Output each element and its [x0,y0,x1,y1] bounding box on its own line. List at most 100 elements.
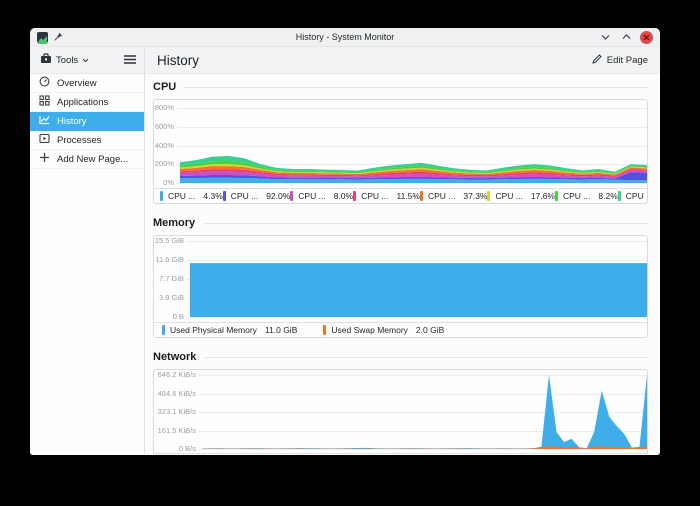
y-axis-label: 0 B/s [154,445,196,453]
sidebar-item-add-new-page[interactable]: Add New Page... [30,150,144,169]
legend-label: CPU ... [428,191,455,201]
legend-label: CPU ... [626,191,648,201]
legend-item: CPU ... 4.3% [160,191,223,201]
tools-label: Tools [56,55,78,66]
section-title: Memory [153,217,195,229]
legend-marker [555,191,558,201]
sidebar-item-history[interactable]: History [30,112,144,131]
legend-label: Used Physical Memory [170,325,257,335]
edit-page-button[interactable]: Edit Page [592,54,648,67]
section-cpu: CPU 800% 600% 400% 200% 0% CPU ... 4.3% CPU ... 9… [153,80,648,204]
legend-value: 8.0% [334,191,353,201]
y-axis-label: 0 B [154,313,184,321]
y-axis-label: 200% [154,160,174,168]
legend-value: 4.3% [203,191,222,201]
legend-value: 17.6% [531,191,555,201]
legend-marker [160,191,163,201]
legend-label: CPU ... [298,191,325,201]
y-axis-label: 0% [154,179,174,187]
maximize-button[interactable] [619,30,633,44]
sidebar-item-label: Processes [57,135,101,146]
cpu-chart-card: 800% 600% 400% 200% 0% CPU ... 4.3% CPU ... 92.0… [153,99,648,204]
legend-value: 92.0% [266,191,290,201]
sidebar-item-label: Add New Page... [57,154,128,165]
legend-value: 11.0 GiB [265,325,297,335]
gridline [187,317,647,318]
gridline [199,449,647,450]
section-title: Network [153,351,196,363]
y-axis-label: 3.9 GiB [154,294,184,302]
legend-marker [353,191,356,201]
sidebar-item-label: Overview [57,78,97,89]
cpu-legend: CPU ...4.3%CPU ...92.0%CPU ...8.0%CPU ..… [154,188,647,203]
sidebar-item-overview[interactable]: Overview [30,74,144,93]
gauge-icon [39,76,50,90]
legend-value: 11.5% [396,191,419,201]
y-axis-label: 484.6 KiB/s [154,390,196,398]
legend-item: CPU ...37.3% [420,191,488,201]
plus-icon [39,152,50,166]
sidebar-item-label: Applications [57,97,108,108]
y-axis-label: 323.1 KiB/s [154,408,196,416]
memory-chart-card: 15.5 GiB11.6 GiB7.7 GiB3.9 GiB0 BUsed Ph… [153,235,648,338]
legend-marker [223,191,226,201]
legend-label: CPU ... [231,191,258,201]
legend-label: CPU ... [563,191,590,201]
legend-marker [290,191,293,201]
content-area: CPU 800% 600% 400% 200% 0% CPU ... 4.3% CPU ... 9… [145,74,660,454]
section-network: Network 646.2 KiB/s 484.6 KiB/s 323.1 KiB/s… [153,350,648,454]
legend-value: 2.0 GiB [416,325,444,335]
window-title: History - System Monitor [30,32,660,42]
legend-item: Used Physical Memory 11.0 GiB [162,325,297,335]
legend-item: CPU ... 92.0% [223,191,291,201]
section-divider [203,223,648,224]
legend-item: CPU ...11.8% [618,191,648,201]
minimize-button[interactable] [598,30,612,44]
legend-label: CPU ... [361,191,388,201]
legend-item: CPU ... 8.0% [290,191,353,201]
grid-icon [39,95,50,109]
close-button[interactable] [640,31,653,44]
legend-marker [420,191,423,201]
memory-legend: Used Physical Memory 11.0 GiB Used Swap Me… [154,322,647,337]
process-icon [39,133,50,147]
legend-marker [162,325,165,335]
network-chart-card: 646.2 KiB/s 484.6 KiB/s 323.1 KiB/s 161.5 K… [153,369,648,454]
titlebar[interactable]: History - System Monitor [30,28,660,47]
y-axis-label: 600% [154,123,174,131]
legend-marker [323,325,326,335]
y-axis-label: 7.7 GiB [154,275,184,283]
y-axis-label: 161.5 KiB/s [154,427,196,435]
network-legend: Downloa...646.2 KiB/sUpload...25.5 KiB/s [154,453,647,454]
toolbox-icon [40,53,52,67]
chart-line-icon [39,114,50,128]
y-axis-label: 11.6 GiB [154,256,184,264]
page-title: History [157,53,199,68]
y-axis-label: 800% [154,104,174,112]
legend-label: CPU ... [168,191,195,201]
y-axis-label: 15.5 GiB [154,237,184,245]
section-title: CPU [153,81,176,93]
app-window: History - System Monitor Tools [30,28,660,455]
sidebar: Overview Applications History Processes Add … [30,74,145,454]
legend-item: CPU ...17.6% [487,191,555,201]
network-chart-area [202,375,647,449]
sidebar-item-processes[interactable]: Processes [30,131,144,150]
y-axis-label: 400% [154,142,174,150]
legend-item: CPU ... 11.5% [353,191,420,201]
header-row: Tools History Edit Page [30,47,660,74]
y-axis-label: 646.2 KiB/s [154,371,196,379]
legend-value: 8.2% [598,191,617,201]
legend-item: Used Swap Memory2.0 GiB [323,325,444,335]
hamburger-menu-icon[interactable] [124,51,136,69]
tools-button[interactable]: Tools [40,53,89,67]
section-memory: Memory15.5 GiB11.6 GiB7.7 GiB3.9 GiB0 BU… [153,216,648,338]
memory-chart-area [190,241,647,317]
edit-page-label: Edit Page [607,55,648,66]
section-divider [204,357,648,358]
sidebar-item-label: History [57,116,87,127]
gridline [177,183,647,184]
cpu-chart-area [180,108,647,183]
sidebar-item-applications[interactable]: Applications [30,93,144,112]
pencil-icon [592,54,602,67]
